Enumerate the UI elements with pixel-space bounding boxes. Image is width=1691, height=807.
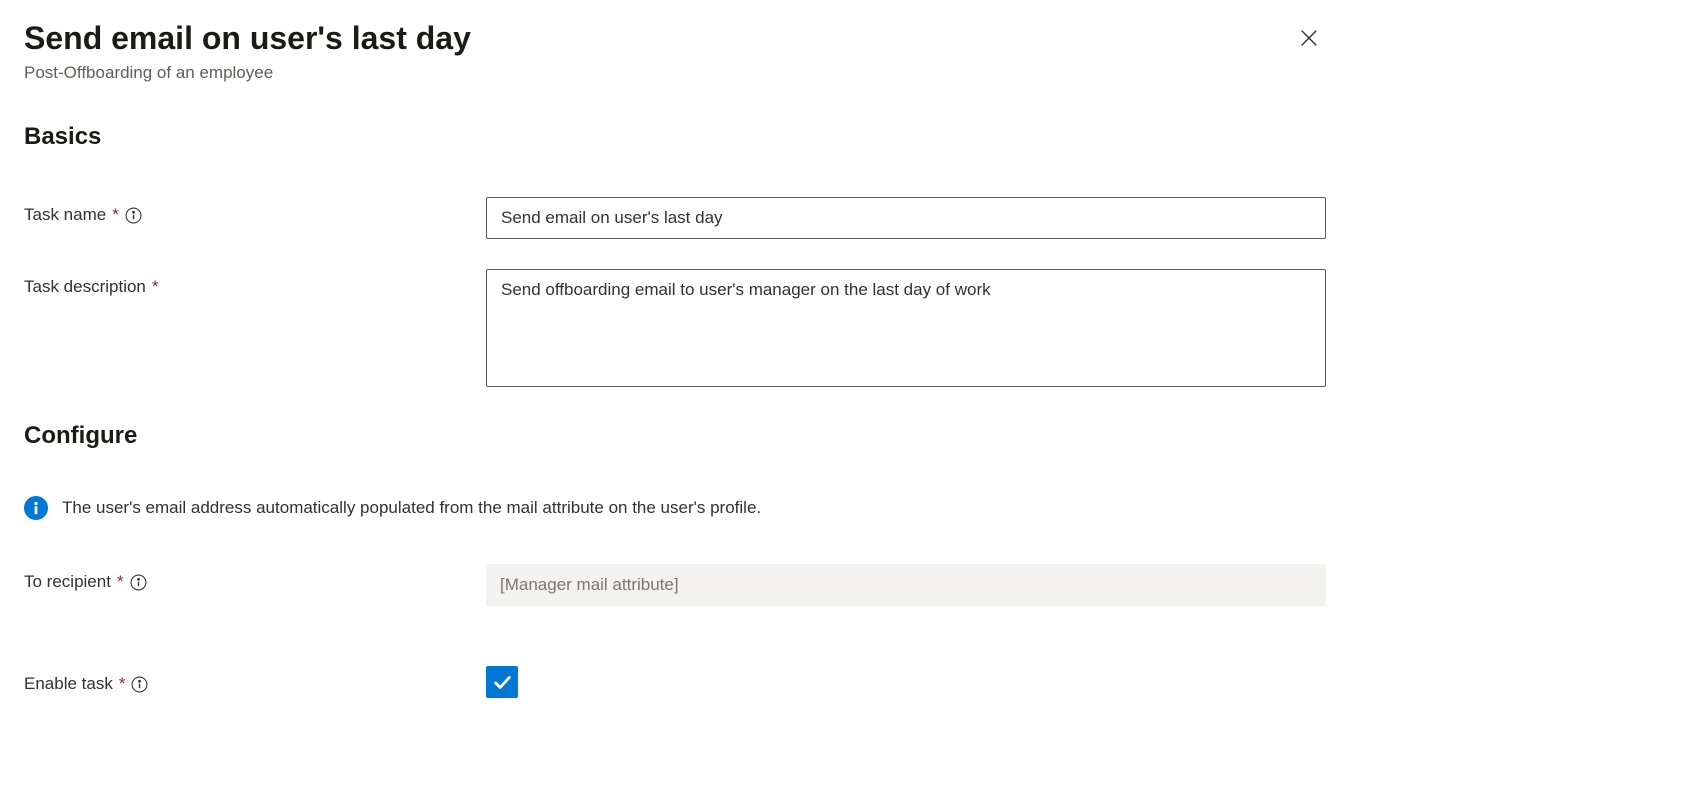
enable-task-checkbox[interactable]	[486, 666, 518, 698]
required-indicator: *	[119, 674, 126, 694]
enable-task-info-button[interactable]	[131, 676, 148, 693]
panel-header: Send email on user's last day Post-Offbo…	[24, 20, 1667, 83]
page-subtitle: Post-Offboarding of an employee	[24, 63, 1291, 83]
task-name-label: Task name	[24, 205, 106, 225]
task-name-input[interactable]	[486, 197, 1326, 239]
to-recipient-row: To recipient *	[24, 564, 1667, 606]
task-name-input-col	[486, 197, 1326, 239]
task-name-label-col: Task name *	[24, 197, 486, 225]
close-button[interactable]	[1291, 20, 1327, 56]
info-icon	[125, 207, 142, 224]
task-description-label-col: Task description *	[24, 269, 486, 297]
configure-info-row: The user's email address automatically p…	[24, 496, 1667, 520]
checkmark-icon	[491, 671, 513, 693]
task-name-row: Task name *	[24, 197, 1667, 239]
enable-task-label-col: Enable task *	[24, 666, 486, 694]
configure-heading: Configure	[24, 422, 1667, 450]
to-recipient-input	[486, 564, 1326, 606]
page-title: Send email on user's last day	[24, 20, 1291, 57]
required-indicator: *	[152, 277, 159, 297]
info-badge	[24, 496, 48, 520]
configure-info-text: The user's email address automatically p…	[62, 498, 761, 518]
task-description-input-col	[486, 269, 1326, 392]
to-recipient-input-col	[486, 564, 1326, 606]
to-recipient-label-col: To recipient *	[24, 564, 486, 592]
enable-task-row: Enable task *	[24, 666, 1667, 698]
required-indicator: *	[117, 572, 124, 592]
info-icon	[130, 574, 147, 591]
task-description-input[interactable]	[486, 269, 1326, 387]
to-recipient-label: To recipient	[24, 572, 111, 592]
close-icon	[1298, 27, 1320, 49]
enable-task-input-col	[486, 666, 1326, 698]
basics-heading: Basics	[24, 123, 1667, 151]
task-description-label: Task description	[24, 277, 146, 297]
task-name-info-button[interactable]	[125, 207, 142, 224]
to-recipient-info-button[interactable]	[130, 574, 147, 591]
header-text: Send email on user's last day Post-Offbo…	[24, 20, 1291, 83]
info-icon	[24, 496, 48, 520]
info-icon	[131, 676, 148, 693]
enable-task-label: Enable task	[24, 674, 113, 694]
task-description-row: Task description *	[24, 269, 1667, 392]
required-indicator: *	[112, 205, 119, 225]
